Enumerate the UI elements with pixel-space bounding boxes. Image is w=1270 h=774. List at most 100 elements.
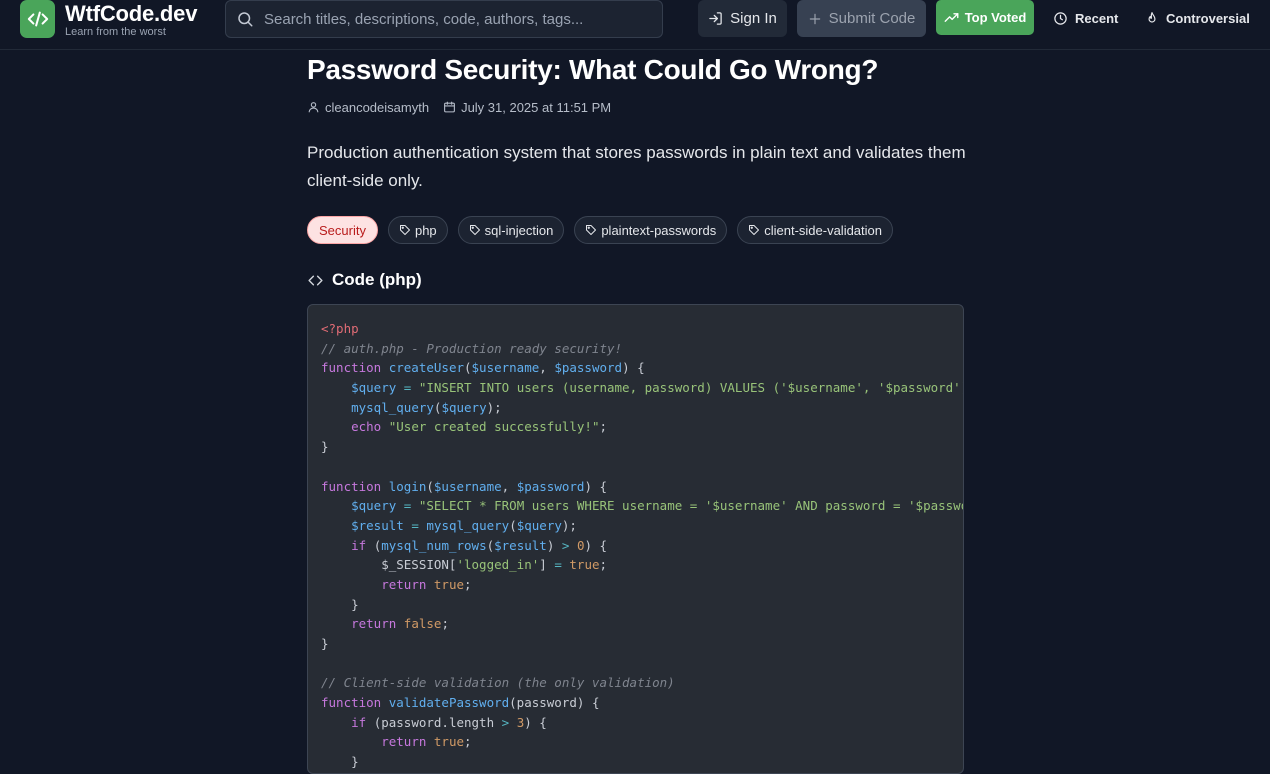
code-token: mysql_query [426, 517, 510, 533]
trending-up-icon [944, 13, 959, 22]
code-line: function login($username, $password) { [321, 477, 963, 497]
code-token: $username [471, 360, 540, 376]
code-token: (password) { [509, 695, 600, 711]
code-heading-label: Code (php) [332, 270, 422, 289]
code-token: ( [426, 478, 434, 494]
clock-icon [1054, 12, 1067, 25]
code-token: ) { [622, 360, 645, 376]
search-input[interactable] [262, 4, 662, 34]
code-token: $query [516, 517, 562, 533]
code-line: // Client-side validation (the only vali… [321, 673, 963, 693]
search-box[interactable] [225, 0, 663, 38]
code-token: if [351, 714, 367, 730]
code-token: validatePassword [388, 695, 510, 711]
code-line: return true; [321, 732, 963, 752]
code-token: ) { [584, 478, 608, 494]
sign-in-button[interactable]: Sign In [698, 0, 787, 37]
author-name[interactable]: cleancodeisamyth [325, 100, 429, 115]
submit-code-button[interactable]: Submit Code [797, 0, 926, 37]
code-token: ; [464, 734, 472, 750]
author-info[interactable]: cleancodeisamyth [307, 100, 429, 115]
code-token: $query [441, 399, 487, 415]
code-line: mysql_query($query); [321, 398, 963, 418]
code-token: login [388, 478, 427, 494]
tag-chip[interactable]: plaintext-passwords [574, 216, 728, 244]
code-token: $username [433, 478, 502, 494]
tag-icon [399, 225, 410, 235]
code-line: $query = "SELECT * FROM users WHERE user… [321, 496, 963, 516]
code-token: ( [509, 517, 517, 533]
brand-name[interactable]: WtfCode.dev [65, 1, 197, 27]
tag-label: php [414, 222, 437, 238]
controversial-link[interactable]: Controversial [1145, 0, 1250, 37]
flame-icon [1148, 12, 1156, 23]
code-token: ] [539, 557, 555, 573]
logo[interactable] [20, 0, 55, 38]
code-block[interactable]: <?php // auth.php - Production ready secu… [307, 304, 964, 774]
code-line: if (password.length > 3) { [321, 713, 963, 733]
recent-link[interactable]: Recent [1053, 0, 1118, 37]
tag-label: plaintext-passwords [601, 222, 717, 238]
code-token: function [321, 360, 389, 376]
code-heading: Code (php) [307, 269, 422, 291]
code-brackets-icon [27, 11, 48, 27]
code-line: $_SESSION['logged_in'] = true; [321, 555, 963, 575]
code-token: return [381, 576, 427, 592]
code-token: (password.length [366, 714, 502, 730]
code-token: = [411, 517, 419, 533]
code-token: $query [351, 380, 397, 396]
code-token: ( [464, 360, 472, 376]
code-token: } [321, 439, 329, 455]
code-line: function validatePassword(password) { [321, 693, 963, 713]
calendar-icon [444, 101, 455, 113]
code-token: true [433, 576, 465, 592]
search-icon [238, 12, 253, 27]
code-token: , [501, 478, 517, 494]
code-line: } [321, 634, 963, 654]
code-line: } [321, 437, 963, 457]
sign-in-label: Sign In [730, 10, 777, 27]
code-line: // auth.php - Production ready security! [321, 339, 963, 359]
code-token: return [381, 734, 427, 750]
code-token: createUser [388, 360, 464, 376]
code-line: } [321, 595, 963, 615]
top-voted-button[interactable]: Top Voted [936, 0, 1034, 35]
code-token: } [321, 754, 359, 770]
code-token: // Client-side validation (the only vali… [321, 675, 675, 691]
code-token: $password [516, 478, 585, 494]
code-token: ; [464, 576, 472, 592]
tag-chip[interactable]: sql-injection [457, 216, 565, 244]
code-token: ); [561, 517, 577, 533]
post-title: Password Security: What Could Go Wrong? [307, 54, 879, 85]
tag-label: sql-injection [484, 222, 554, 238]
tag-label: client-side-validation [764, 222, 882, 238]
code-token: ) { [524, 714, 547, 730]
code-line: function createUser($username, $password… [321, 358, 963, 378]
category-badge[interactable]: Security [307, 216, 378, 244]
code-icon [308, 275, 323, 285]
code-token: ; [599, 419, 607, 435]
code-line: <?php [321, 319, 963, 339]
code-token: , [539, 360, 555, 376]
code-token: 'logged_in' [456, 557, 540, 573]
code-line: echo "User created successfully!"; [321, 417, 963, 437]
code-token: ) { [584, 537, 608, 553]
tag-list: Security php sql-injection plaintext-pas… [307, 216, 893, 244]
code-line: return false; [321, 614, 963, 634]
code-token: $_SESSION[ [321, 557, 457, 573]
code-token: ( [486, 537, 495, 553]
tag-chip[interactable]: client-side-validation [737, 216, 893, 244]
tag-chip[interactable]: php [387, 216, 448, 244]
code-token: ( [366, 537, 382, 553]
controversial-label: Controversial [1166, 11, 1250, 26]
